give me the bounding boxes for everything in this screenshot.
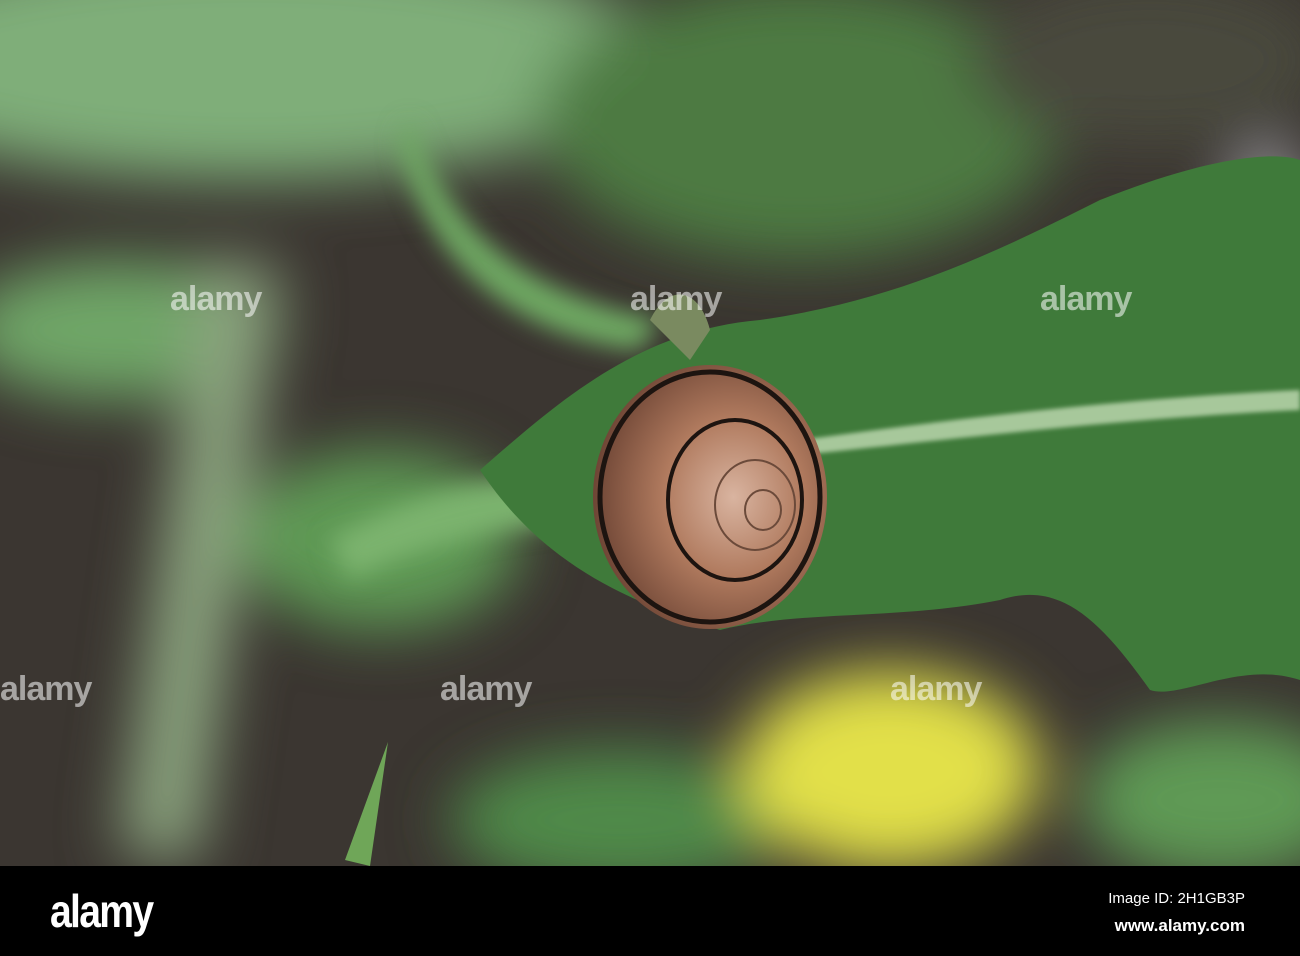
watermark: alamy: [170, 280, 262, 318]
alamy-logo: alamy: [50, 885, 154, 937]
photo: alamy alamy alamy alamy alamy alamy: [0, 0, 1300, 866]
watermark: alamy: [1040, 280, 1132, 318]
footer-bar: alamy Image ID: 2H1GB3P www.alamy.com: [0, 866, 1300, 956]
watermark: alamy: [890, 670, 982, 708]
watermark: alamy: [630, 280, 722, 318]
image-id: Image ID: 2H1GB3P: [1108, 890, 1245, 907]
site-url: www.alamy.com: [1114, 916, 1245, 935]
snail-shell: [593, 365, 827, 629]
snail-photo: [0, 0, 1300, 866]
watermark: alamy: [0, 670, 92, 708]
watermark: alamy: [440, 670, 532, 708]
